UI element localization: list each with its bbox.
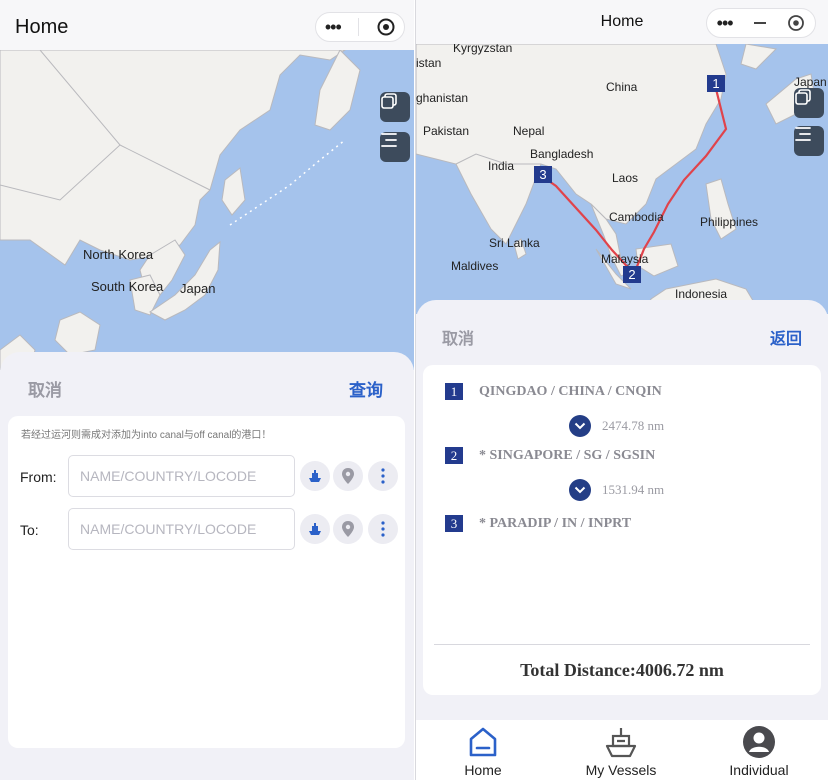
ship-icon (309, 470, 321, 482)
tab-label: Home (464, 762, 502, 778)
port-input-card: 若经过运河则需成对添加为into canal与off canal的港口！ Fro… (8, 416, 405, 748)
menu-button[interactable] (380, 132, 410, 162)
map-label: North Korea (83, 247, 154, 262)
divider (434, 644, 810, 645)
map-land (0, 50, 361, 370)
route-marker[interactable]: 2 (623, 266, 641, 283)
map-label: Maldives (451, 259, 499, 273)
mini-program-capsule: ••• (315, 12, 405, 42)
map-view[interactable]: North Korea South Korea Japan (0, 50, 414, 370)
from-more-button[interactable] (368, 461, 398, 491)
layers-icon (795, 89, 811, 105)
port-number-badge: 2 (445, 447, 463, 464)
vertical-dots-icon (381, 468, 385, 484)
port-number-badge: 1 (445, 383, 463, 400)
right-screen: Home ••• Kyrgyzstan istan China Japan gh… (415, 0, 828, 780)
map-label: Japan (180, 281, 216, 296)
layers-button[interactable] (794, 88, 824, 118)
left-screen: Home ••• North Korea South Korea Japan 取… (0, 0, 414, 780)
capsule-divider (358, 18, 360, 36)
tab-label: My Vessels (585, 762, 657, 778)
tab-label: Individual (729, 762, 789, 778)
route-query-sheet: 取消 查询 若经过运河则需成对添加为into canal与off canal的港… (0, 352, 414, 780)
page-title: Home (15, 16, 69, 38)
more-icon[interactable]: ••• (717, 14, 734, 32)
menu-lines-icon (381, 133, 397, 147)
map-label: ghanistan (416, 91, 469, 105)
canal-hint: 若经过运河则需成对添加为into canal与off canal的港口！ (21, 430, 272, 441)
query-button[interactable]: 查询 (349, 376, 383, 401)
from-location-button[interactable] (333, 461, 363, 491)
back-button[interactable]: 返回 (770, 325, 802, 349)
port-name: QINGDAO / CHINA / CNQIN (479, 383, 662, 399)
to-more-button[interactable] (368, 514, 398, 544)
to-label: To: (20, 522, 39, 538)
tab-home[interactable]: Home (428, 720, 538, 780)
to-location-button[interactable] (333, 514, 363, 544)
port-name: * PARADIP / IN / INPRT (479, 515, 632, 531)
port-row[interactable]: 1 QINGDAO / CHINA / CNQIN (445, 383, 662, 400)
menu-button[interactable] (794, 126, 824, 156)
location-pin-icon (342, 468, 354, 484)
cancel-button[interactable]: 取消 (28, 376, 62, 401)
map-label: Indonesia (675, 287, 728, 301)
port-row[interactable]: 3 * PARADIP / IN / INPRT (445, 515, 631, 532)
tab-my-vessels[interactable]: My Vessels (566, 720, 676, 780)
title-bar: Home ••• (416, 0, 828, 44)
chevron-down-icon[interactable] (569, 415, 591, 437)
route-result-sheet: 取消 返回 1 QINGDAO / CHINA / CNQIN 2474.78 … (416, 300, 828, 720)
vertical-dots-icon (381, 521, 385, 537)
title-bar: Home ••• (0, 0, 414, 50)
route-result-card: 1 QINGDAO / CHINA / CNQIN 2474.78 nm 2 *… (423, 365, 821, 695)
route-map-view[interactable]: Kyrgyzstan istan China Japan ghanistan P… (416, 44, 828, 314)
leg-distance-value: 1531.94 nm (602, 482, 665, 497)
map-label: Nepal (513, 124, 545, 138)
port-number-badge: 3 (445, 515, 463, 532)
cancel-button[interactable]: 取消 (442, 325, 474, 349)
map-label: Laos (612, 171, 639, 185)
map-label: South Korea (91, 279, 164, 294)
menu-lines-icon (795, 127, 811, 141)
port-name: * SINGAPORE / SG / SGSIN (479, 447, 656, 463)
to-port-input[interactable] (68, 508, 295, 550)
location-pin-icon (342, 521, 354, 537)
home-icon (469, 727, 497, 757)
map-label: India (488, 159, 515, 173)
close-target-icon[interactable] (377, 18, 395, 36)
layers-icon (381, 93, 397, 109)
map-label: Sri Lanka (489, 236, 540, 250)
total-distance: Total Distance:4006.72 nm (520, 660, 724, 680)
map-label: Kyrgyzstan (453, 44, 513, 55)
chevron-down-icon[interactable] (569, 479, 591, 501)
tab-individual[interactable]: Individual (704, 720, 814, 780)
from-label: From: (20, 469, 57, 485)
to-vessel-button[interactable] (300, 514, 330, 544)
route-marker[interactable]: 1 (707, 75, 725, 92)
map-label: Philippines (700, 215, 759, 229)
from-vessel-button[interactable] (300, 461, 330, 491)
more-icon[interactable]: ••• (325, 18, 342, 36)
ship-icon (605, 728, 637, 758)
tab-bar: Home My Vessels Individual (416, 720, 828, 780)
map-label: Bangladesh (530, 147, 594, 161)
layers-button[interactable] (380, 92, 410, 122)
ship-icon (309, 523, 321, 535)
user-icon (743, 726, 775, 758)
map-label: Pakistan (423, 124, 470, 138)
minimize-icon[interactable] (752, 15, 768, 31)
map-label: istan (416, 56, 442, 70)
window-capsule: ••• (706, 8, 816, 38)
map-label: China (606, 80, 638, 94)
from-port-input[interactable] (68, 455, 295, 497)
route-marker[interactable]: 3 (534, 166, 552, 183)
map-label: Cambodia (609, 210, 664, 224)
leg-distance-value: 2474.78 nm (602, 418, 665, 433)
map-label: Malaysia (601, 252, 649, 266)
port-row[interactable]: 2 * SINGAPORE / SG / SGSIN (445, 447, 655, 464)
close-target-icon[interactable] (787, 14, 805, 32)
map-label: Japan (794, 75, 827, 89)
leg-distance: 2474.78 nm (569, 415, 664, 437)
leg-distance: 1531.94 nm (569, 479, 664, 501)
